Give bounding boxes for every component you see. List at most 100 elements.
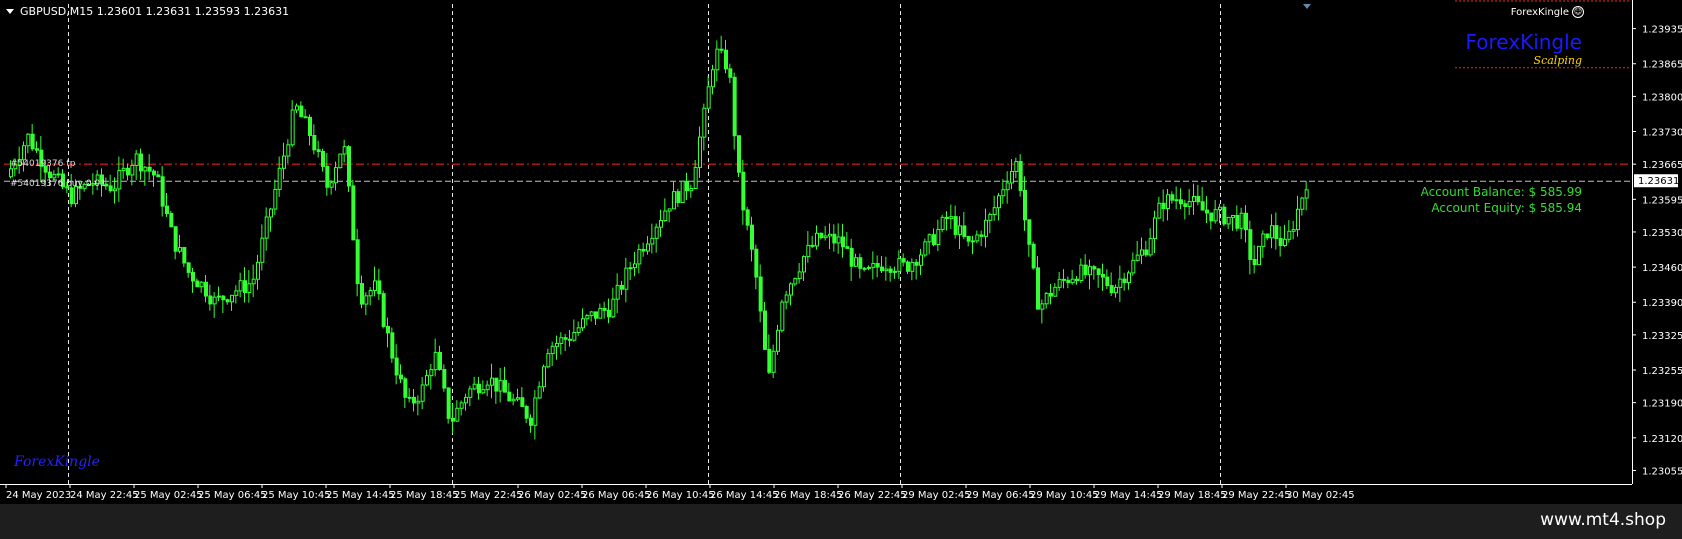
candle-body bbox=[1170, 194, 1175, 201]
candle-body bbox=[1235, 214, 1240, 229]
candle-body bbox=[152, 170, 156, 176]
candle-body bbox=[810, 244, 815, 247]
candle-body bbox=[321, 150, 325, 167]
time-tick-label: 29 May 02:45 bbox=[902, 490, 971, 501]
candle-body bbox=[1213, 209, 1218, 222]
chart-window[interactable]: 1.23935 1.23865 1.23800 1.23730 1.23665 1.235… bbox=[0, 0, 1682, 504]
candle-body bbox=[178, 247, 182, 252]
candle-body bbox=[1053, 286, 1058, 297]
candle-body bbox=[30, 133, 35, 150]
candle-body bbox=[780, 301, 785, 331]
candle-body bbox=[74, 185, 78, 205]
candle-body bbox=[290, 109, 295, 146]
candle-body bbox=[264, 216, 269, 239]
candle-body bbox=[754, 248, 759, 278]
candle-body bbox=[217, 295, 221, 298]
dropdown-arrow-icon[interactable] bbox=[6, 9, 14, 14]
candle-body bbox=[316, 149, 321, 152]
candle-body bbox=[1144, 249, 1149, 256]
candle-body bbox=[360, 283, 364, 305]
price-tick-label: 1.23665 bbox=[1642, 160, 1682, 171]
expert-name: ForexKingle bbox=[1510, 6, 1569, 18]
candle-body bbox=[186, 262, 191, 273]
candle-body bbox=[1122, 278, 1127, 284]
price-chart[interactable]: 1.23935 1.23865 1.23800 1.23730 1.23665 1.235… bbox=[0, 0, 1682, 504]
candle-body bbox=[1001, 189, 1006, 197]
candle-body bbox=[706, 86, 711, 109]
candle-body bbox=[815, 232, 819, 247]
candle-body bbox=[403, 378, 408, 398]
candle-body bbox=[979, 234, 984, 237]
price-tick-label: 1.23865 bbox=[1642, 60, 1682, 71]
candle-body bbox=[945, 216, 949, 219]
candle-body bbox=[195, 280, 200, 288]
candle-body bbox=[1261, 233, 1266, 247]
candle-body bbox=[966, 235, 971, 242]
candle-body bbox=[836, 236, 841, 244]
candle-body bbox=[351, 185, 356, 241]
candle-body bbox=[472, 383, 477, 390]
candle-body bbox=[689, 188, 694, 192]
candle-body bbox=[1291, 229, 1296, 232]
candle-body bbox=[325, 165, 330, 188]
symbol-header[interactable]: GBPUSD,M15 1.23601 1.23631 1.23593 1.236… bbox=[6, 5, 289, 18]
candle-body bbox=[22, 145, 26, 161]
candle-body bbox=[368, 290, 373, 297]
candle-body bbox=[975, 234, 980, 242]
watermark: www.mt4.shop bbox=[1540, 510, 1666, 530]
candle-body bbox=[381, 293, 386, 327]
candle-body bbox=[984, 219, 988, 237]
candle-body bbox=[893, 270, 897, 273]
smile-icon[interactable]: ☺ bbox=[1572, 6, 1584, 18]
time-tick-label: 25 May 14:45 bbox=[326, 490, 395, 501]
candle-body bbox=[35, 148, 39, 151]
candle-body bbox=[550, 345, 555, 355]
candle-body bbox=[1161, 202, 1166, 209]
time-tick-label: 25 May 18:45 bbox=[390, 490, 459, 501]
time-tick-label: 25 May 06:45 bbox=[198, 490, 267, 501]
candle-body bbox=[1083, 264, 1088, 276]
candle-body bbox=[880, 266, 884, 272]
time-tick-label: 25 May 22:45 bbox=[454, 490, 523, 501]
candle-body bbox=[1153, 217, 1157, 240]
candle-body bbox=[776, 329, 780, 352]
candle-body bbox=[676, 191, 681, 204]
candle-body bbox=[355, 239, 360, 285]
candle-body bbox=[212, 296, 217, 305]
candle-body bbox=[390, 332, 395, 359]
candle-body bbox=[628, 267, 633, 270]
time-tick-label: 30 May 02:45 bbox=[1286, 490, 1355, 501]
candle-body bbox=[1101, 273, 1105, 278]
candle-body bbox=[516, 397, 520, 400]
candle-body bbox=[771, 350, 776, 373]
candle-body bbox=[507, 391, 512, 402]
candle-body bbox=[693, 166, 698, 190]
candle-body bbox=[416, 400, 421, 404]
candle-body bbox=[724, 49, 728, 70]
candle-body bbox=[1300, 197, 1305, 210]
candle-body bbox=[901, 258, 906, 263]
candle-body bbox=[1088, 266, 1092, 276]
candle-body bbox=[247, 283, 252, 293]
candle-body bbox=[633, 263, 637, 269]
candle-body bbox=[1079, 264, 1084, 282]
candle-body bbox=[1166, 194, 1170, 209]
candle-body bbox=[1278, 237, 1283, 246]
candle-body bbox=[719, 48, 724, 51]
expert-advisor-label[interactable]: ForexKingle ☺ bbox=[1511, 6, 1584, 18]
candle-body bbox=[1109, 285, 1114, 294]
candle-body bbox=[1239, 212, 1244, 229]
account-equity: Account Equity: $ 585.94 bbox=[1431, 201, 1582, 215]
candle-body bbox=[1200, 201, 1205, 211]
price-tick-label: 1.23460 bbox=[1642, 263, 1682, 274]
candle-body bbox=[1131, 259, 1136, 274]
candle-body bbox=[832, 233, 837, 244]
candle-body bbox=[269, 208, 273, 218]
price-tick-label: 1.23595 bbox=[1642, 195, 1682, 206]
candle-body bbox=[572, 332, 577, 341]
candle-body bbox=[251, 278, 256, 285]
candle-body bbox=[147, 166, 152, 172]
candle-body bbox=[113, 188, 117, 192]
price-tick-label: 1.23935 bbox=[1642, 25, 1682, 36]
candle-body bbox=[806, 244, 811, 258]
